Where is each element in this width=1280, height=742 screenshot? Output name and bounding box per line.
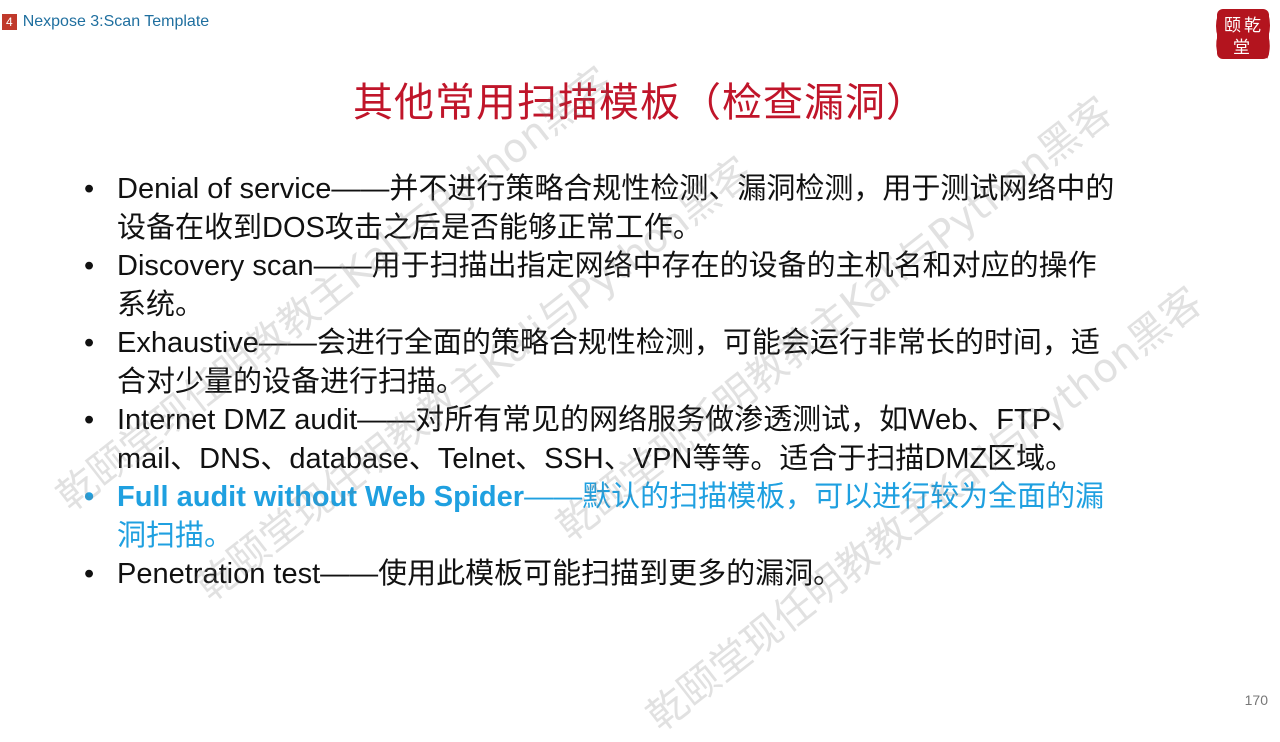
slide-header: 4 Nexpose 3:Scan Template bbox=[0, 12, 209, 32]
section-number-badge: 4 bbox=[2, 14, 17, 30]
logo-seal: 颐 乾 堂 bbox=[1214, 6, 1272, 64]
bullet-icon: • bbox=[84, 404, 95, 436]
bullet-icon: • bbox=[84, 327, 95, 359]
item-desc: ——使用此模板可能扫描到更多的漏洞。 bbox=[320, 558, 843, 590]
item-term: Discovery scan bbox=[117, 250, 314, 282]
bullet-icon: • bbox=[84, 173, 95, 205]
item-term: Penetration test bbox=[117, 558, 321, 590]
list-item-internet-dmz-audit: • Internet DMZ audit——对所有常见的网络服务做渗透测试，如W… bbox=[84, 401, 1124, 478]
list-item-discovery-scan: • Discovery scan——用于扫描出指定网络中存在的设备的主机名和对应… bbox=[84, 247, 1124, 324]
item-term: Full audit without Web Spider bbox=[117, 481, 525, 513]
bullet-icon: • bbox=[84, 481, 95, 513]
svg-text:颐: 颐 bbox=[1224, 16, 1241, 36]
item-term: Denial of service bbox=[117, 173, 332, 205]
bullet-icon: • bbox=[84, 558, 95, 590]
list-item-exhaustive: • Exhaustive——会进行全面的策略合规性检测，可能会运行非常长的时间，… bbox=[84, 324, 1124, 401]
svg-text:乾: 乾 bbox=[1244, 16, 1261, 36]
section-title: Nexpose 3:Scan Template bbox=[22, 13, 210, 30]
bullet-list: • Denial of service——并不进行策略合规性检测、漏洞检测，用于… bbox=[84, 170, 1124, 594]
list-item-penetration-test: • Penetration test——使用此模板可能扫描到更多的漏洞。 bbox=[84, 555, 1124, 594]
item-term: Exhaustive bbox=[117, 327, 259, 359]
item-desc: ——会进行全面的策略合规性检测，可能会运行非常长的时间，适合对少量的设备进行扫描… bbox=[117, 327, 1100, 398]
page-number: 170 bbox=[1244, 692, 1268, 708]
slide-title: 其他常用扫描模板（检查漏洞） bbox=[353, 80, 927, 126]
logo-seal-icon: 颐 乾 堂 bbox=[1216, 9, 1270, 59]
bullet-icon: • bbox=[84, 250, 95, 282]
list-item-full-audit: • Full audit without Web Spider——默认的扫描模板… bbox=[84, 478, 1124, 555]
item-term: Internet DMZ audit bbox=[117, 404, 358, 436]
svg-text:堂: 堂 bbox=[1233, 38, 1250, 58]
list-item-denial-of-service: • Denial of service——并不进行策略合规性检测、漏洞检测，用于… bbox=[84, 170, 1124, 247]
